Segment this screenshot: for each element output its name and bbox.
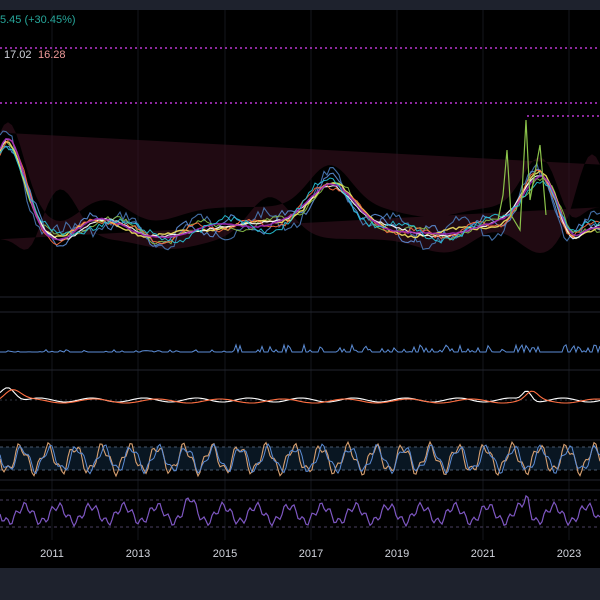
x-axis-label-2015: 2015 xyxy=(212,548,238,560)
top-toolbar xyxy=(0,0,600,10)
macd-signal-line xyxy=(0,389,600,404)
x-axis-label-2019: 2019 xyxy=(384,548,410,560)
volume-line xyxy=(0,343,600,354)
x-axis-label-2013: 2013 xyxy=(125,548,151,560)
x-axis-label-2021: 2021 xyxy=(470,548,496,560)
x-axis-label-2023: 2023 xyxy=(556,548,582,560)
cloud-band xyxy=(0,122,600,253)
legend-value-2: 16.28 xyxy=(38,49,66,61)
x-axis: 2011 2013 2015 2017 2019 2021 2023 xyxy=(0,548,600,568)
x-axis-label-2017: 2017 xyxy=(298,548,324,560)
x-axis-label-2011: 2011 xyxy=(40,548,64,560)
legend-value-1: 17.02 xyxy=(4,49,32,61)
price-chart[interactable] xyxy=(0,10,600,540)
bottom-toolbar xyxy=(0,568,600,600)
legend-change-text: 5.45 (+30.45%) xyxy=(0,14,76,26)
